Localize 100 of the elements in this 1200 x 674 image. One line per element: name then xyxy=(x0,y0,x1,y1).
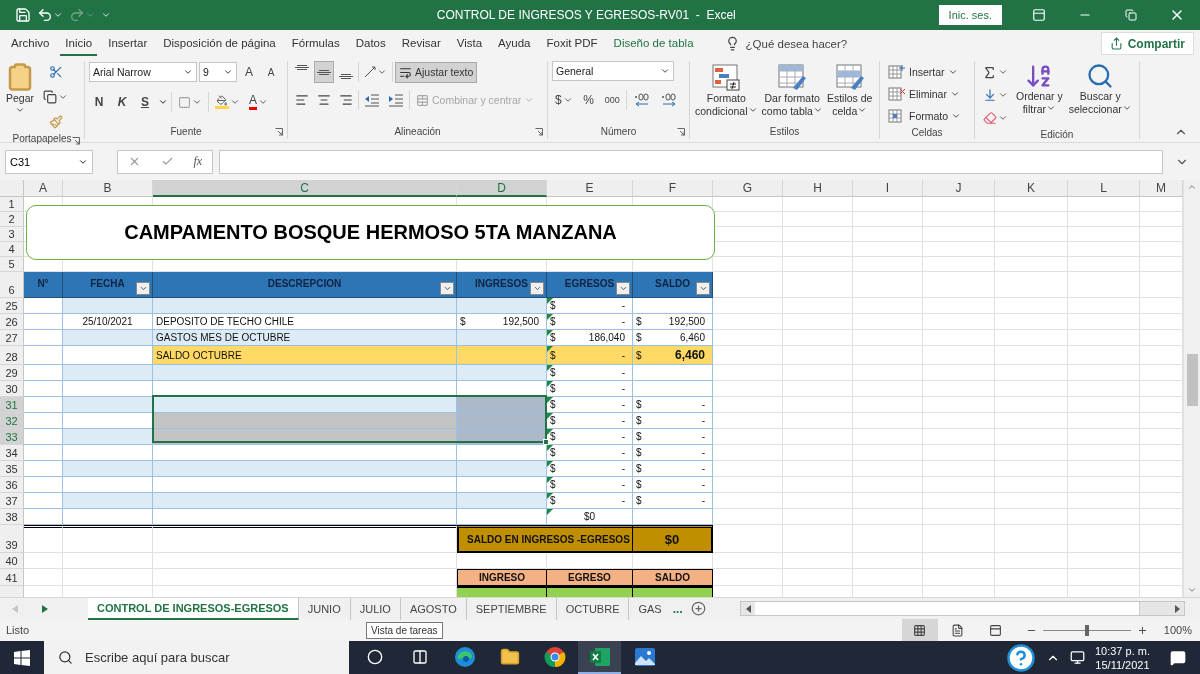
row-header[interactable]: 37 xyxy=(0,493,24,509)
row-header[interactable]: 28 xyxy=(0,346,24,365)
zoom-level[interactable]: 100% xyxy=(1163,624,1192,636)
column-header[interactable]: F xyxy=(633,180,713,197)
sort-filter-button[interactable]: Ordenar y filtrar xyxy=(1015,61,1064,117)
column-header[interactable]: H xyxy=(783,180,853,197)
currency-sign: $ xyxy=(636,399,642,410)
share-button[interactable]: Compartir xyxy=(1100,32,1194,55)
menu-tab[interactable]: Disposición de página xyxy=(158,31,281,56)
sheet-tab[interactable]: SEPTIEMBRE xyxy=(466,597,557,620)
sheet-tab[interactable]: JULIO xyxy=(350,597,401,620)
column-header[interactable]: I xyxy=(853,180,923,197)
row-header[interactable]: 36 xyxy=(0,477,24,493)
row-header[interactable]: 1 xyxy=(0,197,24,212)
currency-sign: $ xyxy=(550,415,556,426)
sheet-tab[interactable]: GAS xyxy=(629,597,671,620)
row-header[interactable]: 33 xyxy=(0,429,24,445)
group-label: Celdas xyxy=(911,127,943,138)
menu-tab[interactable]: Vista xyxy=(451,31,488,56)
font-name-select[interactable]: Arial Narrow xyxy=(89,62,197,82)
row-header[interactable]: 30 xyxy=(0,381,24,397)
currency-sign: $ xyxy=(550,399,556,410)
column-header[interactable]: E xyxy=(547,180,633,197)
row-header[interactable]: 38 xyxy=(0,509,24,525)
percent-button[interactable]: % xyxy=(578,89,599,111)
row-header[interactable]: 32 xyxy=(0,413,24,429)
bold-button[interactable]: N xyxy=(89,91,109,113)
font-size-select[interactable]: 9 xyxy=(199,62,237,82)
column-header[interactable]: B xyxy=(63,180,153,197)
row-header[interactable]: 29 xyxy=(0,365,24,381)
cells-menu-button[interactable]: Eliminar xyxy=(884,83,966,104)
column-header[interactable]: D xyxy=(457,180,547,197)
row-header[interactable]: 5 xyxy=(0,257,24,272)
column-header[interactable]: L xyxy=(1068,180,1140,197)
column-header[interactable]: J xyxy=(923,180,995,197)
row-header[interactable]: 4 xyxy=(0,242,24,257)
menu-tab[interactable]: Insertar xyxy=(103,31,153,56)
taskbar-clock[interactable]: 10:37 p. m. 15/11/2021 xyxy=(1094,643,1150,672)
column-title: INGRESOS xyxy=(475,278,528,289)
amount-text: $0 xyxy=(583,511,596,522)
menu-tab[interactable]: Revisar xyxy=(396,31,446,56)
tell-me-field[interactable]: ¿Qué desea hacer? xyxy=(745,37,848,50)
row-header[interactable]: 25 xyxy=(0,298,24,314)
wrap-text-button[interactable]: Ajustar texto xyxy=(395,61,478,83)
font-color-button[interactable]: A xyxy=(246,91,271,113)
style-button[interactable]: Formato condicional xyxy=(694,61,759,119)
clock-date: 15/11/2021 xyxy=(1095,657,1150,672)
row-header[interactable]: 34 xyxy=(0,445,24,461)
row-header[interactable]: 26 xyxy=(0,314,24,330)
column-title: SALDO xyxy=(655,278,690,289)
amount-text: - xyxy=(621,463,625,474)
menu-tab[interactable]: Fórmulas xyxy=(286,31,345,56)
menu-tab[interactable]: Archivo xyxy=(6,31,55,56)
amount-text: - xyxy=(621,415,625,426)
row-header[interactable]: 31 xyxy=(0,397,24,413)
sheet-tab[interactable]: CONTROL DE INGRESOS-EGRESOS xyxy=(88,597,299,620)
grow-font-button[interactable]: A xyxy=(239,61,259,83)
menu-tab[interactable]: Ayuda xyxy=(493,31,536,56)
column-header[interactable]: K xyxy=(995,180,1068,197)
italic-button[interactable]: K xyxy=(112,91,132,113)
taskbar-search-field[interactable]: Escribe aquí para buscar xyxy=(44,641,349,674)
menu-tab[interactable]: Inicio xyxy=(60,31,98,56)
cells-menu-button[interactable]: Formato xyxy=(884,105,966,126)
row-header[interactable]: 41 xyxy=(0,569,24,586)
row-header[interactable]: 39 xyxy=(0,525,24,553)
menu-tab[interactable]: Datos xyxy=(350,31,391,56)
amount-text: - xyxy=(621,316,625,327)
search-input[interactable]: Escribe aquí para buscar xyxy=(83,649,349,666)
menu-tab[interactable]: Foxit PDF xyxy=(541,31,603,56)
column-header[interactable]: M xyxy=(1140,180,1183,197)
paste-button[interactable]: Pegar xyxy=(4,61,36,116)
column-header[interactable]: A xyxy=(24,180,63,197)
number-format-select[interactable]: General xyxy=(552,61,674,81)
underline-button[interactable]: S xyxy=(135,91,155,113)
insert-function-button[interactable]: fx xyxy=(193,154,203,169)
thousands-button[interactable]: 000 xyxy=(601,89,623,111)
menu-tab[interactable]: Diseño de tabla xyxy=(608,31,699,56)
amount-text: - xyxy=(701,415,705,426)
sheet-tab[interactable]: JUNIO xyxy=(298,597,351,620)
row-header[interactable]: 2 xyxy=(0,212,24,227)
name-box[interactable]: C31 xyxy=(5,149,93,174)
row-header[interactable]: 40 xyxy=(0,553,24,569)
currency-button[interactable]: $ xyxy=(552,89,576,111)
row-header[interactable]: 27 xyxy=(0,330,24,346)
column-header[interactable]: G xyxy=(713,180,783,197)
cells-menu-button[interactable]: Insertar xyxy=(884,61,966,82)
sheet-tab[interactable]: AGOSTO xyxy=(400,597,467,620)
more-sheets-indicator[interactable]: ... xyxy=(672,601,683,616)
shrink-font-button[interactable]: A xyxy=(261,61,281,83)
table-cell: SALDO OCTUBRE xyxy=(153,346,457,365)
row-header[interactable]: 35 xyxy=(0,461,24,477)
style-button[interactable]: Dar formato como tabla xyxy=(760,61,824,119)
find-select-button[interactable]: Buscar y seleccionar xyxy=(1067,61,1133,117)
row-header[interactable]: 6 xyxy=(0,272,24,298)
sheet-tab[interactable]: OCTUBRE xyxy=(556,597,630,620)
style-button[interactable]: Estilos de celda xyxy=(825,61,874,119)
amount-text: - xyxy=(621,479,625,490)
column-header[interactable]: C xyxy=(153,180,457,197)
row-header[interactable]: 3 xyxy=(0,227,24,242)
sign-in-button[interactable]: Inic. ses. xyxy=(938,5,1002,25)
